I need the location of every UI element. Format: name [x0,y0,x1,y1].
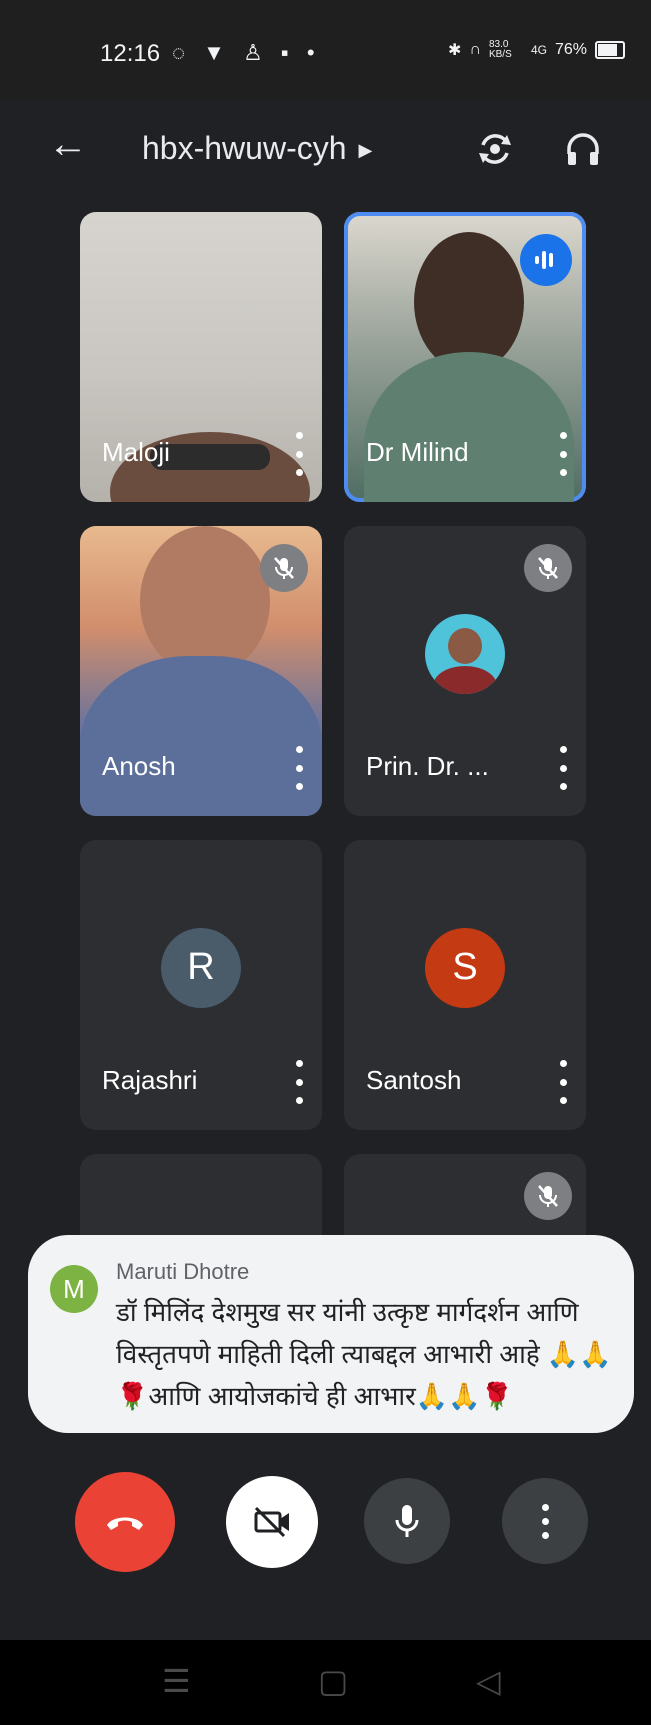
chat-notification[interactable]: M Maruti Dhotre डॉ मिलिंद देशमुख सर यांन… [28,1235,634,1433]
more-vert-icon[interactable] [292,432,306,476]
participant-tile[interactable]: S Santosh [344,840,586,1130]
more-vert-icon[interactable] [292,1060,306,1104]
mic-icon [395,1505,419,1537]
chevron-right-icon: ▶ [358,140,373,161]
mic-off-icon [524,544,572,592]
participant-name: Rajashri [102,1065,198,1095]
participant-name: Prin. Dr. ... [366,751,489,781]
participant-video [140,526,270,676]
participant-name: Maloji [102,437,170,467]
camera-toggle-button[interactable] [226,1476,318,1568]
avatar [425,613,505,694]
status-bar: 12:16 ◌ ▼ ♙ ▪ • ✱ ∩ 83.0 KB/S 4G 76% [0,0,651,100]
headphones-icon[interactable] [556,122,610,176]
system-nav-bar: ☰ ▢ ◁ [0,1640,651,1725]
avatar: S [425,927,505,1008]
participant-tile[interactable]: Maloji [80,212,322,502]
switch-camera-icon[interactable] [468,122,522,176]
net-speed: 83.0 KB/S [488,39,512,60]
mic-off-icon [260,544,308,592]
more-options-button[interactable] [502,1478,588,1564]
more-vert-icon[interactable] [292,746,306,790]
participant-tile[interactable]: Prin. Dr. ... [344,526,586,816]
sender-name: Maruti Dhotre [116,1259,250,1284]
participant-name: Anosh [102,751,176,781]
participant-tile[interactable]: R Rajashri [80,840,322,1130]
microphone-button[interactable] [364,1478,450,1564]
more-vert-icon [541,1503,549,1539]
meeting-code: hbx-hwuw-cyh [142,130,347,166]
participant-video [414,232,524,372]
meeting-title[interactable]: hbx-hwuw-cyh ▶ [142,130,372,167]
recents-icon[interactable]: ☰ [162,1662,191,1700]
more-vert-icon[interactable] [556,746,570,790]
speaking-indicator-icon [520,234,572,286]
hang-up-icon [107,1517,143,1530]
back-arrow-icon[interactable]: ← [48,122,88,167]
status-time: 12:16 [100,40,161,67]
avatar-photo-shirt [433,665,497,694]
participant-name: Dr Milind [366,437,469,467]
end-call-button[interactable] [75,1472,175,1572]
headphones-status-icon: ∩ [469,41,481,58]
bluetooth-icon: ✱ [448,42,462,59]
participant-name: Santosh [366,1065,462,1095]
sender-avatar: M [50,1265,98,1313]
home-icon[interactable]: ▢ [318,1662,348,1700]
mic-off-icon [524,1172,572,1220]
signal-icon: 4G [530,43,547,57]
avatar-photo [448,627,482,664]
more-vert-icon[interactable] [556,432,570,476]
more-vert-icon[interactable] [556,1060,570,1104]
participant-tile[interactable]: Dr Milind [344,212,586,502]
participant-tile[interactable]: Anosh [80,526,322,816]
status-notification-icons: ◌ ▼ ♙ ▪ • [172,40,321,65]
battery-level: 76% [554,41,587,58]
chat-message: डॉ मिलिंद देशमुख सर यांनी उत्कृष्ट मार्ग… [116,1297,612,1411]
avatar: R [161,927,241,1008]
battery-icon [595,41,625,59]
status-right-icons: ✱ ∩ 83.0 KB/S 4G 76% [448,40,625,60]
back-icon[interactable]: ◁ [476,1662,501,1700]
participant-video-shirt [80,656,322,816]
participant-video-shirt [364,352,574,502]
videocam-off-icon [254,1506,289,1538]
